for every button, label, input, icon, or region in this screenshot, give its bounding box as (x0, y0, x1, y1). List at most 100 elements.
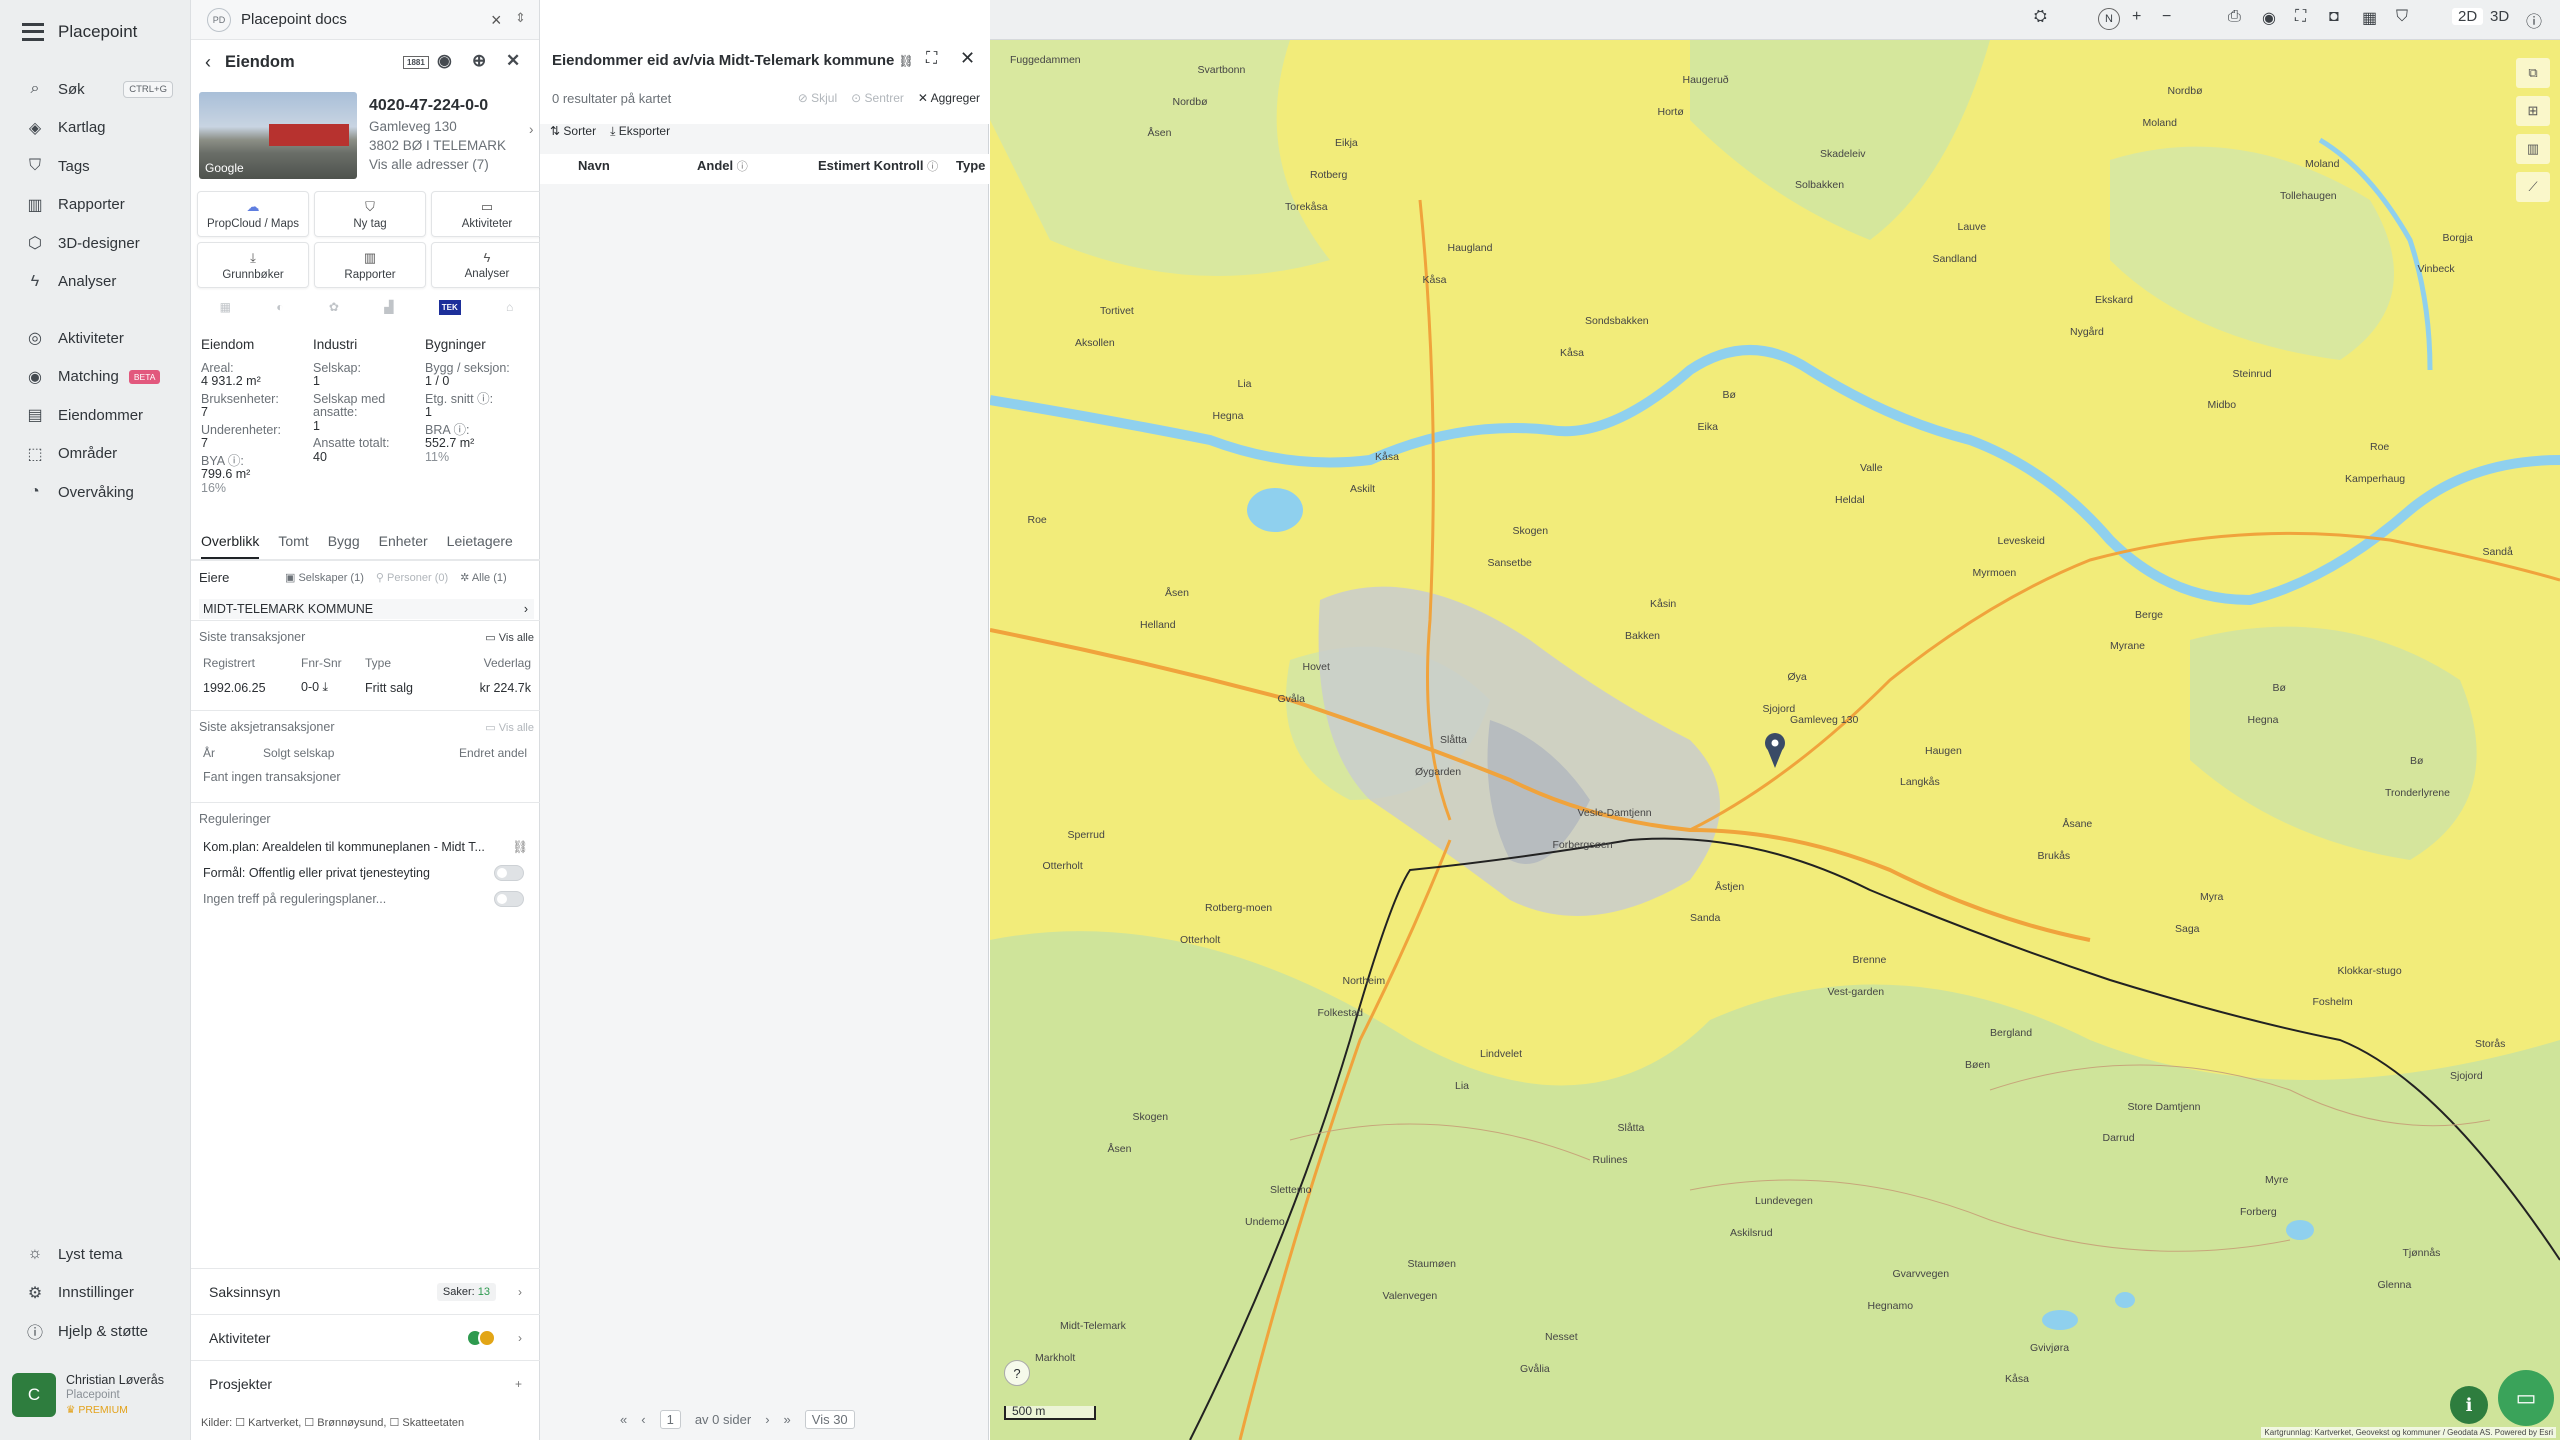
info-icon[interactable]: ⓘ (2526, 8, 2542, 32)
back-icon[interactable]: ‹ (205, 52, 211, 73)
plans-toggle[interactable] (494, 891, 524, 907)
sort-button[interactable]: ⇅ Sorter (550, 124, 596, 139)
tile-propcloud[interactable]: ☁ PropCloud / Maps (197, 191, 309, 237)
close-icon[interactable]: ✕ (960, 48, 975, 69)
property-summary[interactable]: 4020-47-224-0-0 Gamleveg 130 3802 BØ I T… (369, 96, 534, 174)
aggregate-button[interactable]: ✕ Aggreger (918, 91, 980, 105)
chart-icon[interactable]: ▥ (2516, 134, 2550, 164)
page-input[interactable]: 1 (659, 1410, 681, 1429)
globe-icon[interactable]: ◐ (276, 300, 283, 315)
nav-item-help[interactable]: ⓘ Hjelp & støtte (0, 1312, 191, 1351)
tek-logo[interactable]: TEK (438, 300, 461, 315)
grid-icon[interactable]: ▦ (220, 300, 231, 315)
column-header-share[interactable]: Andel ⓘ (697, 158, 748, 174)
page-size-select[interactable]: Vis 30 (804, 1410, 855, 1429)
purpose-toggle[interactable] (494, 865, 524, 881)
activities-row[interactable]: Aktiviteter › (191, 1314, 540, 1360)
home-icon[interactable]: ⌂ (506, 300, 513, 315)
nav-item-search[interactable]: ⌕ Søk CTRL+G (0, 70, 191, 109)
north-arrow-icon[interactable]: N (2098, 8, 2120, 30)
grid-icon[interactable]: ▦ (2362, 8, 2377, 28)
nav-item-areas[interactable]: ⬚ Områder (0, 435, 191, 474)
nav-item-monitoring[interactable]: ◔ Overvåking (0, 473, 191, 512)
filter-companies[interactable]: ▣ Selskaper (1) (285, 571, 364, 584)
map-canvas[interactable]: Gamleveg 130 Fuggedammen Åsen Torekåsa Kåsa… (990, 40, 2560, 1440)
measure-icon[interactable]: ⊞ (2516, 96, 2550, 126)
projects-row[interactable]: Prosjekter + (191, 1360, 540, 1406)
mode-3d-button[interactable]: 3D (2490, 8, 2509, 25)
tile-reports[interactable]: ▥ Rapporter (314, 242, 426, 288)
tab-building[interactable]: Bygg (328, 533, 360, 559)
tab-overview[interactable]: Overblikk (201, 533, 260, 559)
all-addresses-link[interactable]: Vis alle adresser (7) (369, 155, 506, 174)
nav-item-light-theme[interactable]: ☼ Lyst tema (0, 1235, 191, 1274)
center-button[interactable]: ⊙ Sentrer (851, 91, 904, 105)
regulation-none-row: Ingen treff på reguleringsplaner... (199, 890, 534, 908)
hide-button[interactable]: ⊘ Skjul (798, 91, 837, 105)
layer-stack-icon[interactable]: ⧉ (2516, 58, 2550, 88)
filter-all[interactable]: ✲ Alle (1) (460, 571, 507, 584)
column-header-control[interactable]: Estimert Kontroll ⓘ (818, 158, 938, 174)
table-row[interactable]: 1992.06.25 0-0 ⤓ Fritt salg kr 224.7k (199, 680, 534, 695)
tile-activities[interactable]: ▭ Aktiviteter (431, 191, 543, 237)
mode-2d-button[interactable]: 2D (2452, 8, 2484, 25)
tab-units[interactable]: Enheter (379, 533, 428, 559)
export-button[interactable]: ⤓ Eksporter (610, 124, 670, 139)
next-page-icon[interactable]: › (765, 1412, 769, 1427)
filter-persons[interactable]: ⚲ Personer (0) (376, 571, 448, 584)
close-icon[interactable]: × (491, 10, 502, 31)
layers-toggle-icon[interactable]: ⛭ (2034, 8, 2047, 26)
bookmark-icon[interactable]: ⛉ (2396, 8, 2408, 26)
zoom-out-icon[interactable]: − (2162, 8, 2171, 26)
nav-item-tags[interactable]: ⛉ Tags (0, 147, 191, 186)
print-icon[interactable]: ⎙ (2228, 8, 2241, 26)
nav-item-activities[interactable]: ◎ Aktiviteter (0, 319, 191, 358)
nav-item-analyses[interactable]: ϟ Analyser (0, 263, 191, 302)
chevron-updown-icon[interactable]: ⇕ (515, 10, 526, 26)
tile-analyses[interactable]: ϟ Analyser (431, 242, 543, 288)
nav-item-settings[interactable]: ⚙ Innstillinger (0, 1274, 191, 1313)
plant-icon[interactable]: ✿ (329, 300, 339, 315)
close-panel-icon[interactable]: ✕ (506, 51, 520, 71)
regulation-plan-row[interactable]: Kom.plan: Arealdelen til kommuneplanen -… (199, 840, 534, 855)
transactions-show-all[interactable]: ▭ Vis alle (485, 631, 534, 644)
prev-page-icon[interactable]: ‹ (641, 1412, 645, 1427)
share-transactions-show-all[interactable]: ▭ Vis alle (485, 721, 534, 734)
street-view-photo[interactable]: Google (199, 92, 357, 179)
saksinnsyn-row[interactable]: Saksinnsyn Saker: 13 › (191, 1268, 540, 1314)
nav-item-3d-designer[interactable]: ⬡ 3D-designer (0, 224, 191, 263)
last-page-icon[interactable]: » (784, 1412, 791, 1427)
eye-icon[interactable]: ◉ (2262, 8, 2276, 28)
link-icon[interactable]: ⛓ (512, 840, 528, 855)
eye-icon[interactable]: ◉ (437, 51, 452, 71)
tab-plot[interactable]: Tomt (278, 533, 308, 559)
column-header-type[interactable]: Type (956, 158, 985, 173)
link-icon[interactable]: ⛓ (899, 54, 914, 68)
zoom-in-icon[interactable]: + (2132, 8, 2141, 26)
brand[interactable]: Placepoint (22, 22, 137, 42)
map-info-button[interactable]: ℹ (2450, 1386, 2488, 1424)
transactions-section: Siste transaksjoner ▭ Vis alle Registrer… (199, 630, 534, 695)
column-header-name[interactable]: Navn (578, 158, 610, 173)
nav-item-properties[interactable]: ▤ Eiendommer (0, 396, 191, 435)
doc-selector[interactable]: PD Placepoint docs × ⇕ (191, 0, 539, 40)
chat-button[interactable]: ▭ (2498, 1370, 2554, 1426)
bars-icon[interactable]: ▟ (384, 300, 393, 315)
registry-badge-icon[interactable]: 1881 (403, 56, 429, 69)
add-icon[interactable]: ⊕ (472, 51, 486, 71)
nav-item-layers[interactable]: ◈ Kartlag (0, 109, 191, 148)
nav-item-matching[interactable]: ◉ Matching BETA (0, 358, 191, 397)
ruler-icon[interactable]: ⟋ (2516, 172, 2550, 202)
tile-new-tag[interactable]: ⛉ Ny tag (314, 191, 426, 237)
nav-item-reports[interactable]: ▥ Rapporter (0, 186, 191, 225)
owner-row[interactable]: MIDT-TELEMARK KOMMUNE › (199, 599, 534, 619)
map-help-icon[interactable]: ? (1004, 1360, 1030, 1386)
user-card[interactable]: C Christian Løverås Placepoint ♛ PREMIUM (12, 1368, 180, 1422)
camera-icon[interactable]: ◘ (2329, 8, 2339, 26)
tile-land-registry[interactable]: ⤓ Grunnbøker (197, 242, 309, 288)
plus-icon[interactable]: + (515, 1377, 522, 1391)
first-page-icon[interactable]: « (620, 1412, 627, 1427)
tab-tenants[interactable]: Leietagere (447, 533, 513, 559)
fullscreen-icon[interactable]: ⛶ (2295, 8, 2306, 26)
expand-icon[interactable]: ⛶ (926, 50, 937, 68)
